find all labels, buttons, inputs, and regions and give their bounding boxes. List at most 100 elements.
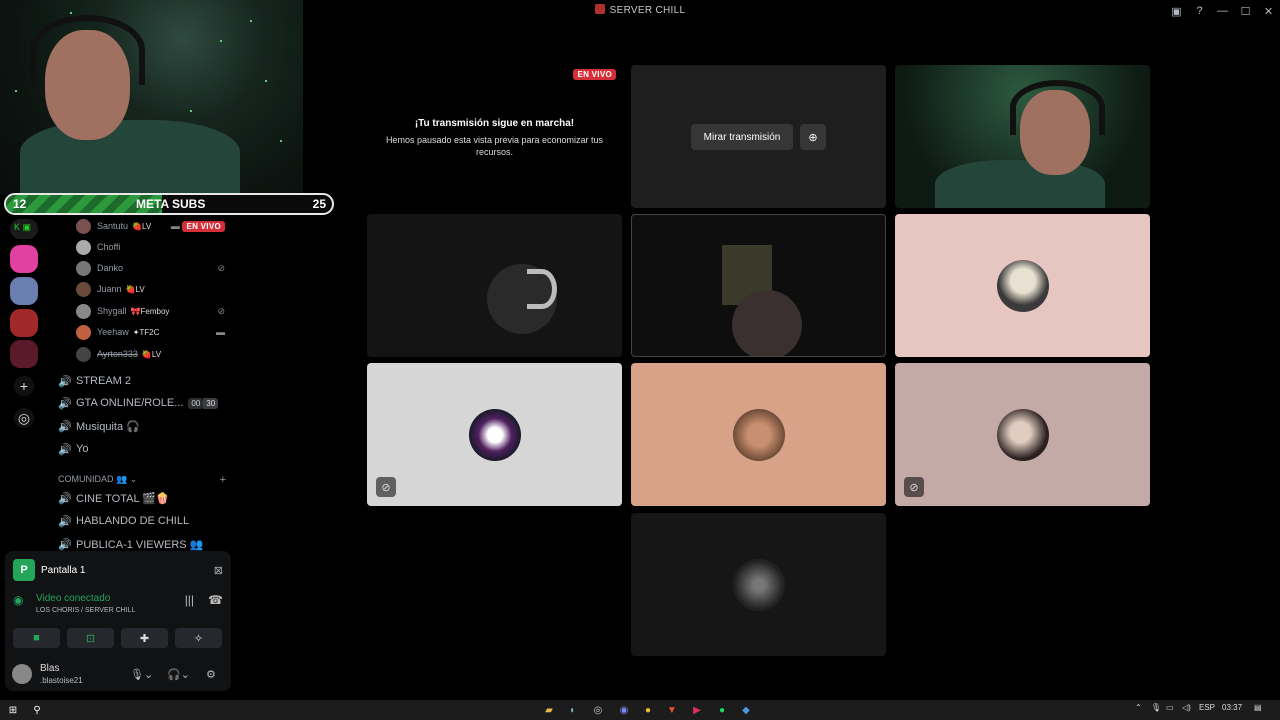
category-header[interactable]: COMUNIDAD 👥 ⌄ + [58,474,226,486]
muted-icon: ⊘ [217,262,225,273]
stop-share-icon[interactable]: ⊠ [214,564,223,577]
camera-button[interactable]: ■ [13,628,60,648]
video-tile[interactable] [631,214,886,357]
discover-icon[interactable]: ◎ [14,408,34,428]
language-indicator[interactable]: ESP [1199,703,1215,712]
minimize-button[interactable]: — [1211,0,1234,22]
user-count: 00 [188,397,204,409]
channel-name: HABLANDO DE CHILL [76,515,190,527]
voice-user-name: Juann [97,284,122,294]
webcam-overlay [0,0,303,195]
voice-user[interactable]: Yeehaw ✦TF2C ▬ [76,323,231,341]
volume-icon[interactable]: ◁) [1182,703,1191,712]
voice-channel[interactable]: 🔊 GTA ONLINE/ROLE... 00 30 [58,394,233,412]
avatar-tile[interactable] [631,363,886,506]
spotify-icon[interactable]: ● [715,703,729,717]
noise-icon[interactable]: ||| [185,593,194,614]
headphones-icon[interactable]: 🎧⌄ [167,668,190,681]
voice-channel[interactable]: 🔊 Musiquita 🎧 [58,417,233,435]
avatar [76,260,91,276]
user-handle: .blastoise21 [40,676,83,685]
network-icon[interactable]: ▭ [1166,703,1174,712]
server-icon[interactable] [10,277,38,305]
voice-user[interactable]: Ayrton333 🍓LV [76,345,231,363]
notifications-icon[interactable]: ▤ [1254,703,1262,712]
popout-icon[interactable]: ⊕ [800,124,826,150]
avatar [468,408,521,461]
server-icon-active[interactable] [10,340,38,368]
user-tag: ✦TF2C [132,327,160,337]
voice-user[interactable]: Danko ⊘ [76,259,231,277]
connection-location: LOS CHORIS / SERVER CHILL [36,607,136,614]
close-button[interactable]: ✕ [1257,0,1280,22]
video-tile[interactable] [367,214,622,357]
avatar [76,218,91,234]
voice-user-name: Santutu [97,221,129,231]
avatar-tile[interactable] [895,214,1150,357]
avatar[interactable] [12,664,32,684]
signal-icon: ◉ [13,593,24,607]
voice-user-name: Shygall [97,306,127,316]
subs-goal-target: 25 [312,197,326,211]
gear-icon[interactable]: ⚙ [206,668,216,681]
speaker-icon: 🔊 [58,375,72,388]
help-icon[interactable]: ? [1188,0,1211,22]
category-name: COMUNIDAD 👥 [58,474,128,484]
app-icon[interactable]: ◎ [591,703,605,717]
windows-start-icon[interactable]: ⊞ [6,703,20,717]
voice-channel[interactable]: 🔊 Yo [58,440,233,458]
subs-goal-bar: 12 META SUBS 25 [4,193,334,215]
discord-icon[interactable]: ◉ [617,703,631,717]
avatar [732,558,785,611]
voice-user[interactable]: Juann 🍓LV [76,280,231,298]
disconnect-icon[interactable]: ☎ [208,593,223,614]
channel-name: CINE TOTAL 🎬🍿 [76,492,170,505]
server-icon[interactable] [10,245,38,273]
file-explorer-icon[interactable]: ▰ [542,703,556,717]
voice-user[interactable]: Shygall 🎀Femboy ⊘ [76,302,231,320]
clock[interactable]: 03:37 [1222,703,1242,712]
user-bar: Blas .blastoise21 🎙⌄ 🎧⌄ ⚙ [12,661,227,689]
voice-user[interactable]: Santutu 🍓LV ▬ EN VIVO [76,217,231,235]
add-channel-icon[interactable]: + [220,474,226,486]
video-tile[interactable] [895,65,1150,208]
voice-channel[interactable]: 🔊 CINE TOTAL 🎬🍿 [58,489,233,507]
speaker-icon: 🔊 [58,515,72,528]
media-player-icon[interactable]: ▶ [690,703,704,717]
screen-share-button[interactable]: ⊡ [67,628,114,648]
avatar [76,346,91,362]
channel-name: PUBLICA-1 VIEWERS 👥 [76,538,204,551]
voice-user[interactable]: Choffi [76,238,231,256]
server-icon[interactable]: K ▣ [10,219,38,239]
search-icon[interactable]: ⚲ [30,703,44,717]
speaker-icon: 🔊 [58,443,72,456]
maximize-button[interactable]: ☐ [1234,0,1257,22]
avatar-tile[interactable]: ⊘ [895,363,1150,506]
voice-channel[interactable]: 🔊 STREAM 2 [58,372,233,390]
app-icon[interactable]: ◆ [739,703,753,717]
paused-title: ¡Tu transmisión sigue en marcha! [414,118,575,129]
voice-channel[interactable]: 🔊 HABLANDO DE CHILL [58,512,233,530]
channel-list: Santutu 🍓LV ▬ EN VIVO Choffi Danko ⊘ Juann 🍓… [48,215,236,551]
steam-icon[interactable]: ◐ [566,703,580,717]
server-logo-icon [594,4,605,14]
inbox-icon[interactable]: ▣ [1165,0,1188,22]
tray-chevron-icon[interactable]: ⌃ [1135,703,1142,712]
brave-icon[interactable]: ▼ [665,703,679,717]
server-icon[interactable] [10,309,38,337]
avatar-tile[interactable]: ⊘ [367,363,622,506]
add-server-icon[interactable]: + [14,376,34,396]
watch-stream-button[interactable]: Mirar transmisión [691,124,793,150]
avatar-tile[interactable] [631,513,886,656]
speaker-icon: 🔊 [58,492,72,505]
speaker-icon: 🔊 [58,397,72,410]
activities-button[interactable]: ✚ [121,628,168,648]
channel-name: Musiquita 🎧 [76,420,140,433]
muted-icon: ⊘ [904,477,924,497]
soundboard-button[interactable]: ✧ [175,628,222,648]
screen-share-icon: P [13,559,35,581]
channel-name: STREAM 2 [76,375,132,387]
microphone-tray-icon[interactable]: 🎙 [1151,703,1161,712]
microphone-icon[interactable]: 🎙⌄ [130,668,153,681]
chrome-icon[interactable]: ● [641,703,655,717]
